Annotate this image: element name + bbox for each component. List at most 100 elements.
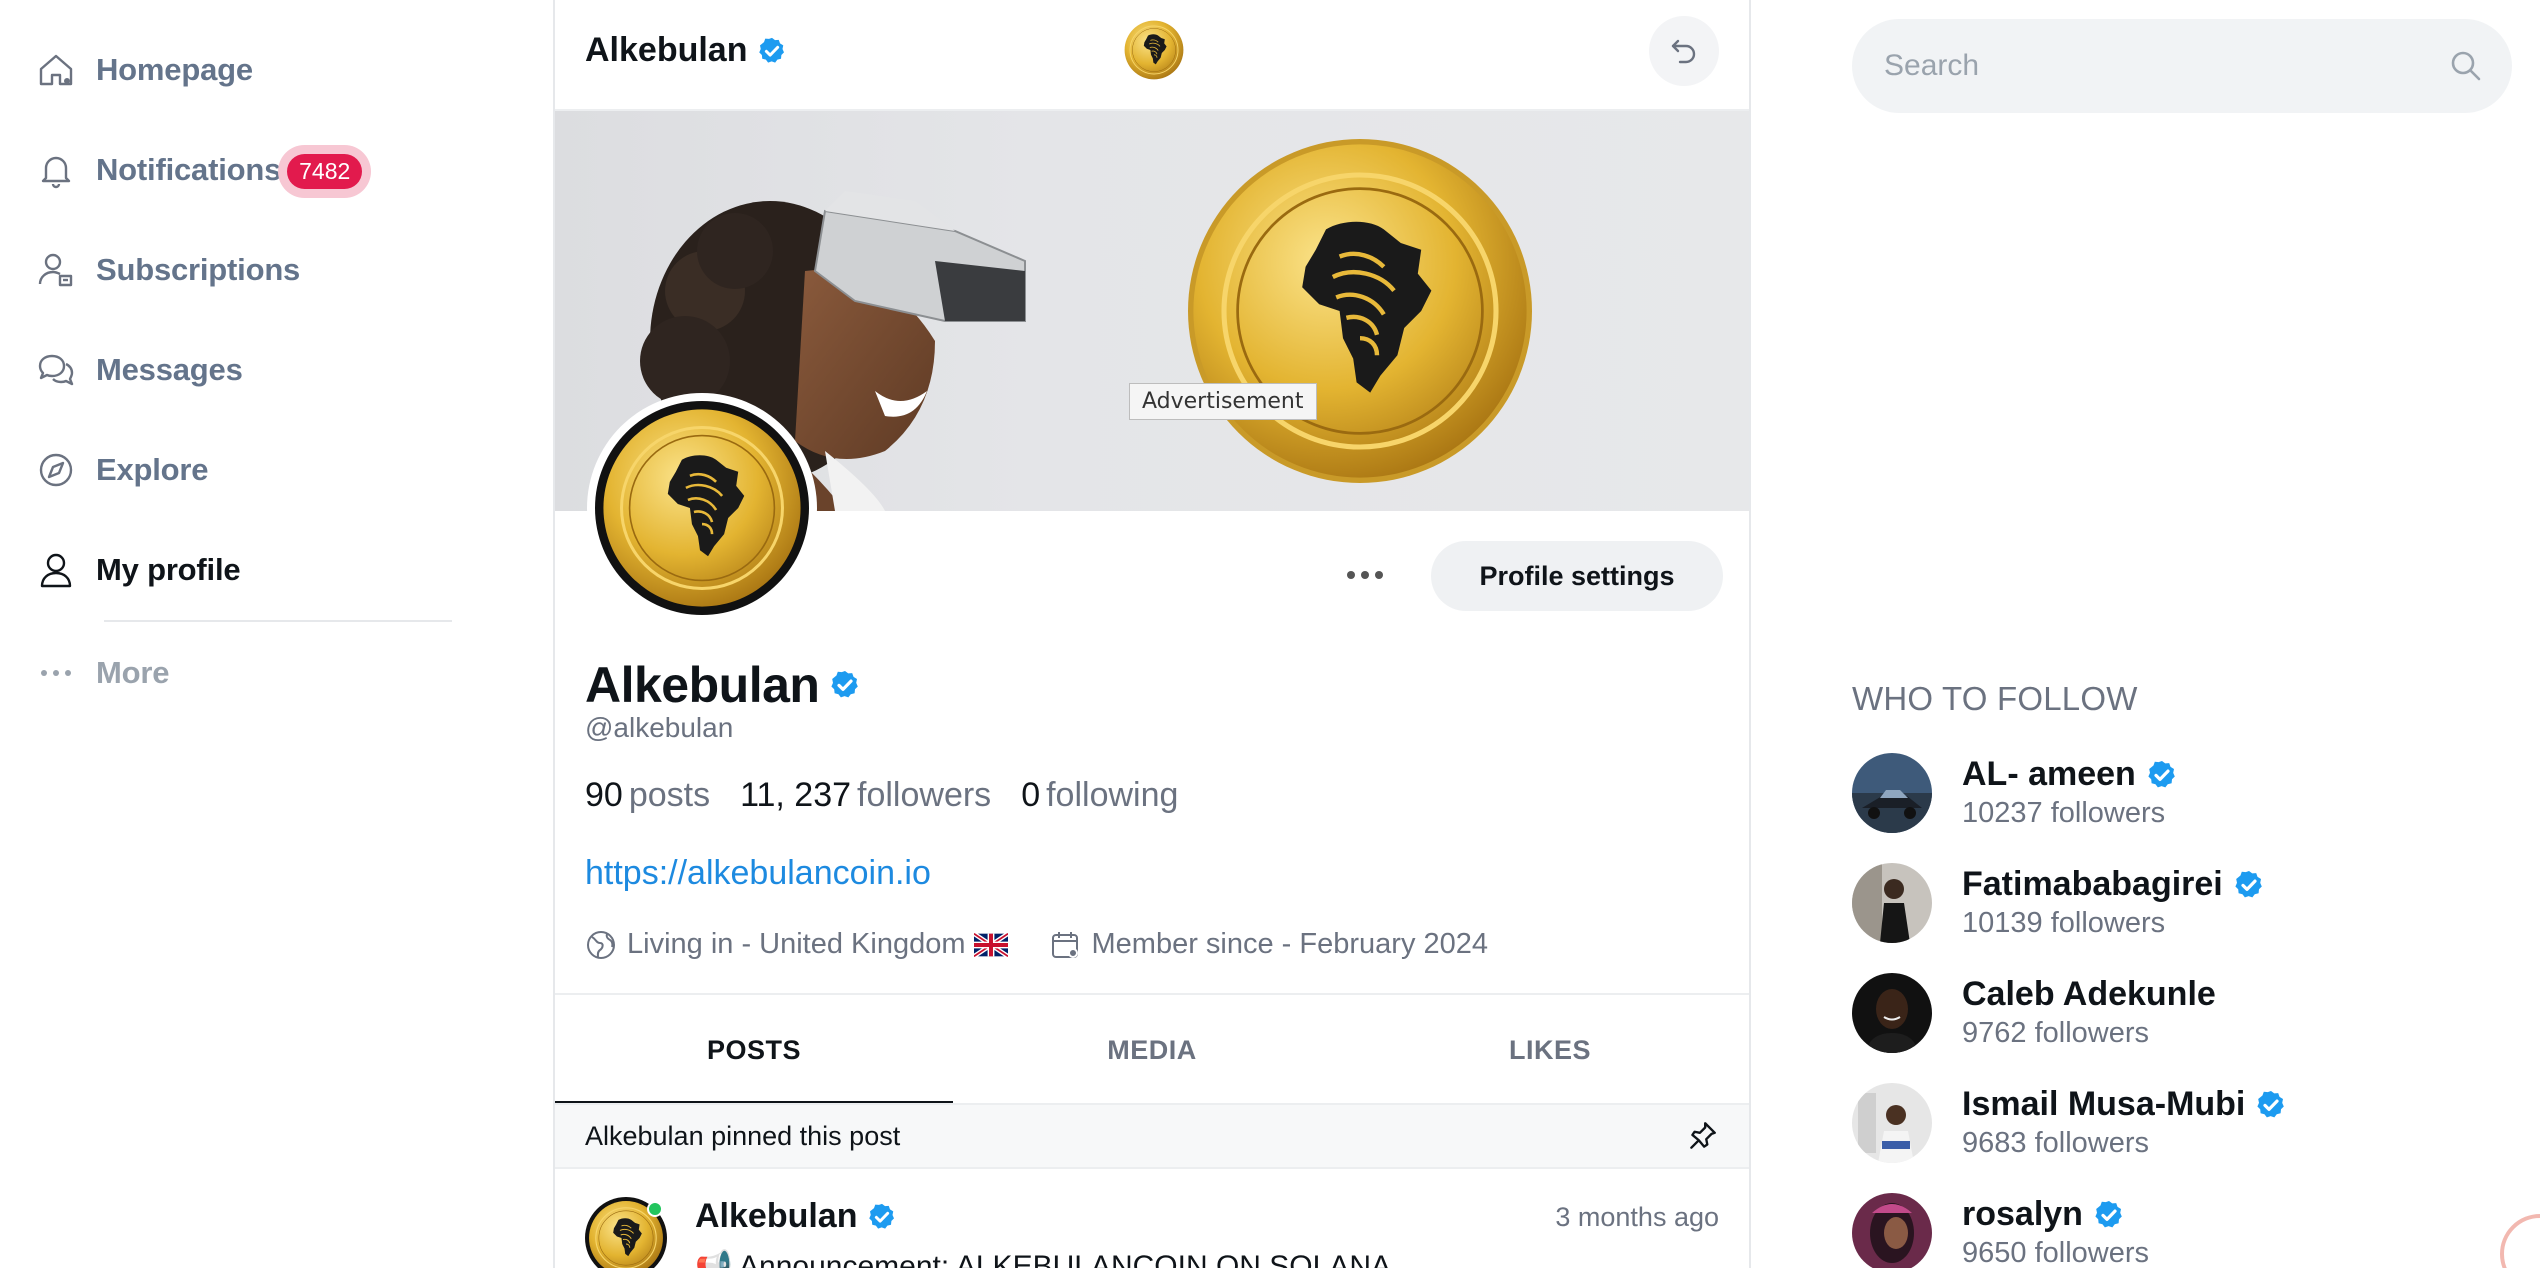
- suggested-user-followers: 9762 followers: [1962, 1017, 2149, 1049]
- location-text: Living in - United Kingdom: [627, 928, 966, 960]
- stat-posts[interactable]: 90 posts: [585, 776, 710, 815]
- back-button[interactable]: [1649, 16, 1719, 86]
- nav-label-notifications: Notifications: [96, 152, 282, 187]
- nav-item-notifications[interactable]: Notifications 7482: [36, 140, 363, 200]
- nav-item-my-profile[interactable]: My profile: [36, 540, 241, 600]
- header-title: Alkebulan: [585, 31, 787, 70]
- suggested-user-followers: 9683 followers: [1962, 1127, 2149, 1159]
- calendar-user-icon: [1051, 931, 1078, 958]
- post-author-name: Alkebulan: [695, 1197, 858, 1235]
- profile-name: Alkebulan: [585, 656, 861, 714]
- tab-media[interactable]: MEDIA: [953, 995, 1351, 1105]
- suggested-user[interactable]: Fatimababagirei 10139 followers: [1852, 863, 2512, 947]
- verified-badge-icon: [2233, 869, 2265, 901]
- verified-badge-icon: [2255, 1089, 2287, 1121]
- stat-followers[interactable]: 11, 237 followers: [740, 776, 991, 815]
- member-since-info: Member since - February 2024: [1050, 928, 1489, 961]
- pin-icon[interactable]: [1685, 1119, 1719, 1153]
- post-timestamp: 3 months ago: [1555, 1202, 1719, 1232]
- undo-arrow-icon: [1671, 39, 1696, 64]
- stat-following-label: following: [1046, 776, 1179, 814]
- suggested-user-name: Fatimababagirei: [1962, 865, 2265, 904]
- home-icon: [36, 48, 76, 92]
- profile-header-bar: Alkebulan: [555, 0, 1749, 111]
- search-input[interactable]: [1884, 49, 2424, 83]
- globe-icon: [587, 930, 615, 959]
- notification-count-badge: 7482: [287, 153, 363, 189]
- tab-likes[interactable]: LIKES: [1351, 995, 1749, 1105]
- profile-settings-button[interactable]: Profile settings: [1431, 541, 1723, 611]
- pinned-post[interactable]: Alkebulan 3 months ago 📢 Announcement: A…: [555, 1169, 1749, 1268]
- verified-badge-icon: [2093, 1199, 2125, 1231]
- pinned-post-bar: Alkebulan pinned this post: [555, 1105, 1749, 1169]
- post-author[interactable]: Alkebulan: [695, 1197, 897, 1236]
- stat-following[interactable]: 0 following: [1021, 776, 1178, 815]
- suggested-user-name-text: AL- ameen: [1962, 755, 2136, 793]
- verified-badge-icon: [2146, 759, 2178, 791]
- more-options-button[interactable]: [1333, 550, 1397, 600]
- search-bar: [1852, 19, 2512, 113]
- stat-posts-count: 90: [585, 776, 623, 814]
- suggested-user[interactable]: Caleb Adekunle 9762 followers: [1852, 973, 2512, 1057]
- suggested-user-name-text: Ismail Musa-Mubi: [1962, 1085, 2246, 1123]
- profile-tabs: POSTS MEDIA LIKES: [555, 993, 1749, 1105]
- nav-item-homepage[interactable]: Homepage: [36, 40, 253, 100]
- stat-followers-label: followers: [857, 776, 992, 814]
- nav-label-my-profile: My profile: [96, 552, 241, 587]
- online-status-indicator: [647, 1201, 663, 1217]
- advertisement-label: Advertisement: [1129, 383, 1317, 420]
- suggested-user[interactable]: rosalyn 9650 followers: [1852, 1193, 2512, 1268]
- stat-followers-count: 11, 237: [740, 776, 852, 814]
- compass-icon: [36, 448, 76, 492]
- profile-website-link[interactable]: https://alkebulancoin.io: [585, 854, 931, 893]
- nav-item-more[interactable]: More: [36, 643, 169, 703]
- nav-divider: [104, 620, 452, 622]
- left-sidebar: Homepage Notifications 7482 Subscription…: [0, 0, 553, 1268]
- uk-flag-icon: [973, 932, 1008, 957]
- user-subscription-icon: [36, 248, 76, 292]
- nav-label-subscriptions: Subscriptions: [96, 252, 301, 287]
- verified-badge-icon: [757, 36, 787, 66]
- more-dots-icon: [36, 651, 76, 695]
- suggested-user-name: Ismail Musa-Mubi: [1962, 1085, 2287, 1124]
- suggested-user[interactable]: Ismail Musa-Mubi 9683 followers: [1852, 1083, 2512, 1167]
- suggested-user-avatar: [1852, 1083, 1932, 1163]
- suggested-user-name: rosalyn: [1962, 1195, 2125, 1234]
- profile-avatar[interactable]: [587, 393, 817, 623]
- suggested-user-avatar: [1852, 753, 1932, 833]
- profile-name-text: Alkebulan: [585, 657, 820, 713]
- suggested-user-name: Caleb Adekunle: [1962, 975, 2216, 1014]
- nav-label-messages: Messages: [96, 352, 243, 387]
- profile-main-column: Alkebulan Advertisement Profile settings…: [553, 0, 1751, 1268]
- user-icon: [36, 548, 76, 592]
- suggested-user-followers: 10237 followers: [1962, 797, 2166, 829]
- profile-handle: @alkebulan: [585, 712, 734, 743]
- tab-posts[interactable]: POSTS: [555, 995, 953, 1105]
- member-since-text: Member since - February 2024: [1091, 928, 1489, 960]
- suggested-user-avatar: [1852, 863, 1932, 943]
- post-text: 📢 Announcement: ALKEBULANCOIN ON SOLANA: [695, 1250, 1391, 1268]
- nav-label-homepage: Homepage: [96, 52, 253, 87]
- suggested-user-name-text: Fatimababagirei: [1962, 865, 2223, 903]
- nav-label-more: More: [96, 655, 170, 690]
- profile-stats: 90 posts 11, 237 followers 0 following: [585, 776, 1178, 815]
- bell-icon: [36, 148, 76, 192]
- profile-meta: Living in - United Kingdom Member since …: [585, 928, 1520, 961]
- verified-badge-icon: [829, 669, 861, 701]
- stat-posts-label: posts: [628, 776, 711, 814]
- nav-item-subscriptions[interactable]: Subscriptions: [36, 240, 300, 300]
- search-icon[interactable]: [2448, 48, 2484, 84]
- suggested-user-followers: 10139 followers: [1962, 907, 2166, 939]
- nav-item-explore[interactable]: Explore: [36, 440, 209, 500]
- pinned-post-label: Alkebulan pinned this post: [585, 1120, 901, 1151]
- site-logo-coin-icon[interactable]: [1124, 20, 1184, 80]
- suggested-user[interactable]: AL- ameen 10237 followers: [1852, 753, 2512, 837]
- chat-bubbles-icon: [36, 348, 76, 392]
- profile-avatar-coin-image: [595, 401, 809, 615]
- nav-item-messages[interactable]: Messages: [36, 340, 243, 400]
- suggested-user-name: AL- ameen: [1962, 755, 2178, 794]
- nav-label-explore: Explore: [96, 452, 209, 487]
- who-to-follow-title: WHO TO FOLLOW: [1852, 680, 2138, 717]
- suggested-user-followers: 9650 followers: [1962, 1237, 2149, 1268]
- header-title-text: Alkebulan: [585, 31, 748, 69]
